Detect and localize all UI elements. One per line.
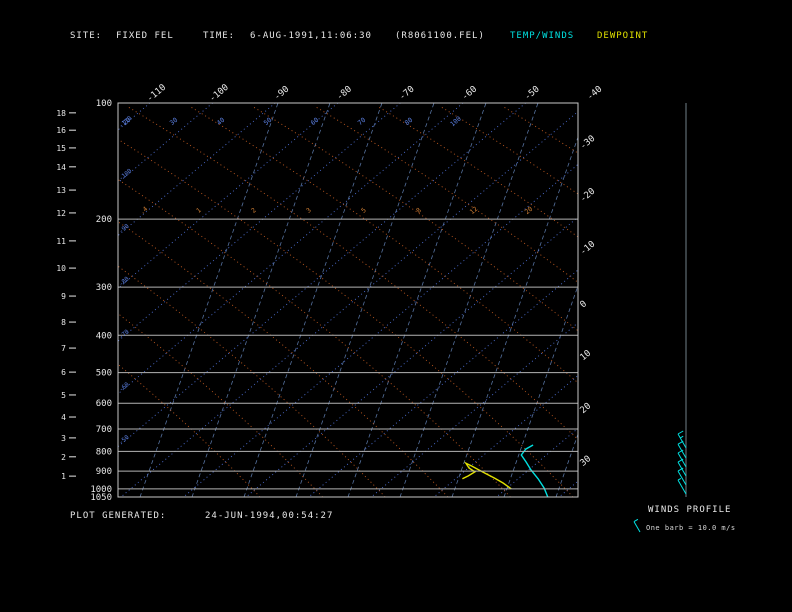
pressure-tick-label: 700 [96, 425, 112, 435]
isotherm-right-label: -10 [579, 239, 598, 257]
isotherm-right-label: 30 [579, 454, 594, 469]
isotherm-top-label: -80 [335, 84, 354, 102]
isotherm-left-label: -50 [118, 434, 131, 447]
time-label: TIME: [203, 31, 236, 41]
legend-dewpoint: DEWPOINT [597, 31, 649, 41]
wind-barb [677, 477, 687, 495]
mixing-ratio-label: 8 [415, 206, 423, 215]
height-tick-label: 4 [61, 413, 66, 422]
isotherm-left-label: -90 [118, 223, 131, 236]
height-tick-label: 3 [61, 434, 66, 443]
moist-adiabat-label: 80 [403, 116, 414, 127]
height-tick-label: 10 [56, 264, 66, 273]
pressure-tick-label: 500 [96, 369, 112, 379]
height-tick-label: 13 [56, 186, 66, 195]
moist-adiabat-label: 70 [356, 116, 367, 127]
mixing-ratio-label: 5 [360, 206, 368, 215]
mixing-ratio-label: .4 [138, 205, 149, 216]
pressure-tick-label: 300 [96, 283, 112, 293]
isotherm-top-label: -60 [460, 84, 479, 102]
winds-profile-title: WINDS PROFILE [648, 505, 732, 515]
plot-generated-value: 24-JUN-1994,00:54:27 [205, 511, 334, 521]
isotherm-top-label: -70 [398, 84, 417, 102]
height-tick-label: 15 [56, 144, 66, 153]
isotherm-left-label: -100 [118, 167, 134, 182]
isotherm-top-label: -110 [145, 83, 168, 105]
moist-adiabat-label: 40 [215, 116, 226, 127]
file-id: (R8061100.FEL) [395, 31, 485, 41]
height-tick-label: 16 [56, 126, 66, 135]
site-label: SITE: [70, 31, 103, 41]
isotherm-left-label: -80 [118, 275, 131, 288]
mixing-ratio-label: 12 [468, 205, 479, 216]
isotherm-left-label: -60 [118, 381, 131, 394]
height-tick-label: 11 [56, 237, 66, 246]
moist-adiabat-label: 100 [449, 115, 463, 129]
isotherm-left-label: -70 [118, 328, 131, 341]
height-tick-label: 9 [61, 292, 66, 301]
height-tick-label: 2 [61, 453, 66, 462]
height-tick-label: 5 [61, 391, 66, 400]
mixing-ratio-label: 2 [250, 206, 258, 215]
mixing-ratio-label: 3 [305, 206, 313, 215]
isotherm-right-label: -30 [579, 134, 598, 152]
isotherm-top-label: -40 [585, 84, 604, 102]
site-value: FIXED FEL [116, 31, 174, 41]
isotherm-right-label: -20 [579, 187, 598, 205]
pressure-tick-label: 900 [96, 467, 112, 477]
pressure-tick-label: 1050 [90, 493, 112, 503]
height-tick-label: 12 [56, 209, 66, 218]
isotherm-right-label: 10 [579, 348, 594, 363]
height-tick-label: 6 [61, 368, 66, 377]
isotherm-top-label: -100 [208, 83, 231, 105]
height-tick-label: 8 [61, 318, 66, 327]
moist-adiabat-label: 50 [262, 116, 273, 127]
skewt-screen: 100 200 300 400 500 600 700 800 900 1000 1050 18 16 1… [0, 0, 792, 612]
mixing-ratio-label: 1 [195, 206, 203, 215]
height-tick-label: 1 [61, 472, 66, 481]
moist-adiabat-label: 30 [168, 116, 179, 127]
pressure-tick-label: 800 [96, 447, 112, 457]
isopleth-field [118, 103, 578, 497]
isotherm-right-label: 20 [579, 401, 594, 416]
winds-barb-legend: One barb = 10.0 m/s [646, 524, 736, 532]
time-value: 6-AUG-1991,11:06:30 [250, 31, 372, 41]
pressure-tick-label: 600 [96, 399, 112, 409]
legend-temp-winds: TEMP/WINDS [510, 31, 575, 41]
legend-wind-barb [633, 518, 641, 533]
isotherm-top-label: -50 [523, 84, 542, 102]
isotherm-top-label: -90 [272, 84, 291, 102]
plot-generated-label: PLOT GENERATED: [70, 511, 167, 521]
pressure-tick-label: 100 [96, 99, 112, 109]
moist-adiabat-label: 60 [309, 116, 320, 127]
pressure-tick-label: 400 [96, 331, 112, 341]
height-tick-label: 14 [56, 163, 66, 172]
mixing-ratio-label: 20 [523, 205, 534, 216]
isotherm-right-label: 0 [579, 299, 590, 310]
height-tick-label: 18 [56, 109, 66, 118]
height-tick-label: 7 [61, 344, 66, 353]
pressure-tick-label: 200 [96, 215, 112, 225]
